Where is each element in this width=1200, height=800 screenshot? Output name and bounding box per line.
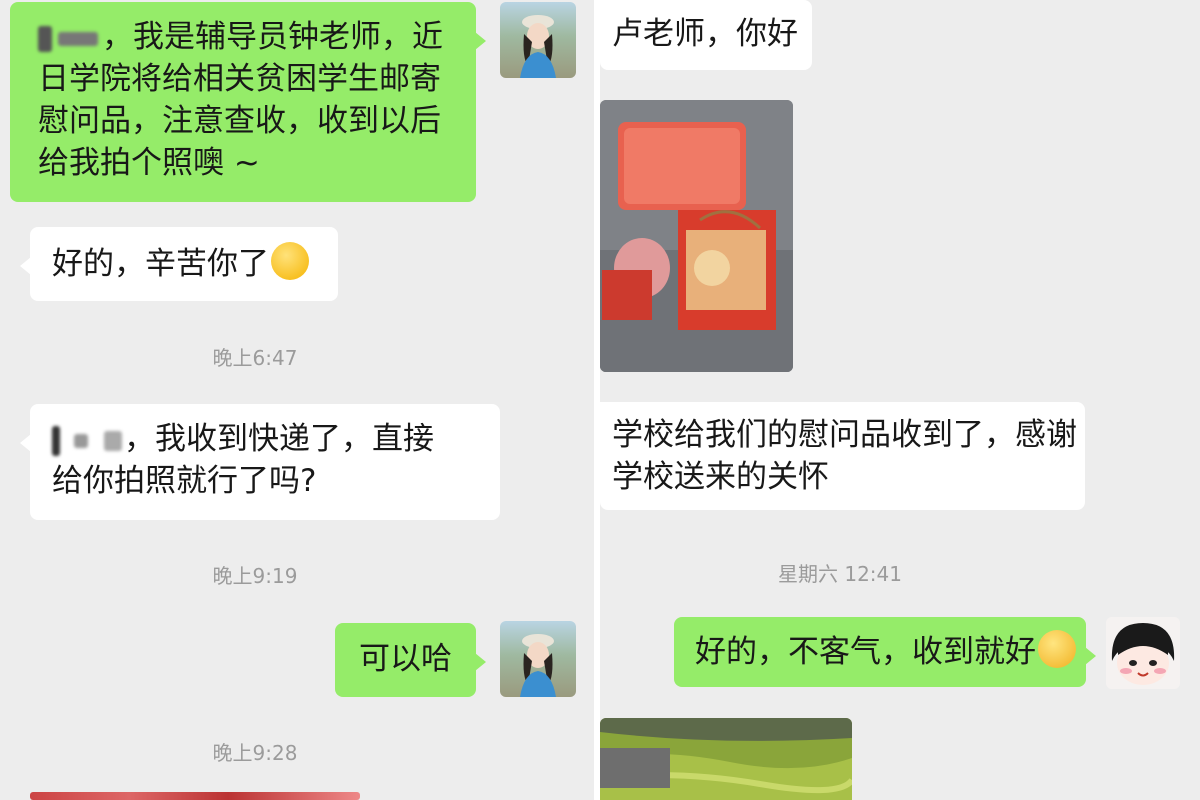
right-chat-panel: 卢老师，你好 学校给我们的慰问品收到了，感谢 学校送来的关怀 星期六 12:41… <box>600 0 1200 800</box>
received-message-bubble[interactable]: ，我收到快递了，直接 给你拍照就行了吗? <box>20 404 500 520</box>
blurred-name-icon <box>58 31 98 46</box>
message-text: 卢老师，你好 <box>612 16 798 52</box>
teacher-avatar[interactable] <box>1106 617 1180 689</box>
message-text: 可以哈 <box>359 641 452 677</box>
timestamp: 晚上6:47 <box>212 346 298 370</box>
gift-photo-message[interactable] <box>600 100 793 372</box>
left-chat-panel: ，我是辅导员钟老师，近 日学院将给相关贫困学生邮寄 慰问品，注意查收，收到以后 … <box>0 0 594 800</box>
bubble-tail <box>475 653 486 671</box>
outdoor-photo-image <box>600 718 852 800</box>
sent-message-bubble[interactable]: ，我是辅导员钟老师，近 日学院将给相关贫困学生邮寄 慰问品，注意查收，收到以后 … <box>10 2 486 202</box>
avatar-cartoon-girl <box>1106 617 1180 689</box>
teacher-avatar[interactable] <box>500 621 576 697</box>
timestamp: 晚上9:19 <box>212 564 298 588</box>
blurred-name-icon <box>74 433 88 448</box>
blurred-name-icon <box>52 425 60 456</box>
received-message-bubble[interactable]: 卢老师，你好 <box>600 0 812 70</box>
message-text: 好的，辛苦你了 <box>52 246 269 282</box>
timestamp: 星期六 12:41 <box>778 562 902 586</box>
smirk-emoji-icon <box>271 242 309 280</box>
teacher-avatar[interactable] <box>500 2 576 78</box>
avatar-girl-photo <box>520 15 556 78</box>
sent-message-bubble[interactable]: 好的，不客气，收到就好 <box>674 617 1096 687</box>
avatar-girl-photo <box>520 634 556 697</box>
timestamp: 晚上9:28 <box>212 741 298 765</box>
message-text: 好的，不客气，收到就好 <box>695 634 1036 670</box>
blurred-name-icon <box>104 430 122 451</box>
bubble-tail <box>475 32 486 50</box>
bubble-tail <box>20 257 31 275</box>
bubble-tail <box>1085 647 1096 665</box>
received-message-bubble[interactable]: 好的，辛苦你了 <box>20 227 338 301</box>
blurred-name-icon <box>38 25 52 52</box>
gift-packages-image <box>600 100 793 372</box>
smile-emoji-icon <box>1038 630 1076 668</box>
received-message-bubble[interactable]: 学校给我们的慰问品收到了，感谢 学校送来的关怀 <box>600 402 1085 510</box>
partial-image-message[interactable] <box>30 792 360 800</box>
sent-message-bubble[interactable]: 可以哈 <box>335 623 486 697</box>
message-text: 学校给我们的慰问品收到了，感谢 学校送来的关怀 <box>612 417 1077 495</box>
bubble-tail <box>20 434 31 452</box>
partial-image-message[interactable] <box>600 718 852 800</box>
message-text: ，我是辅导员钟老师，近 日学院将给相关贫困学生邮寄 慰问品，注意查收，收到以后 … <box>38 19 443 181</box>
